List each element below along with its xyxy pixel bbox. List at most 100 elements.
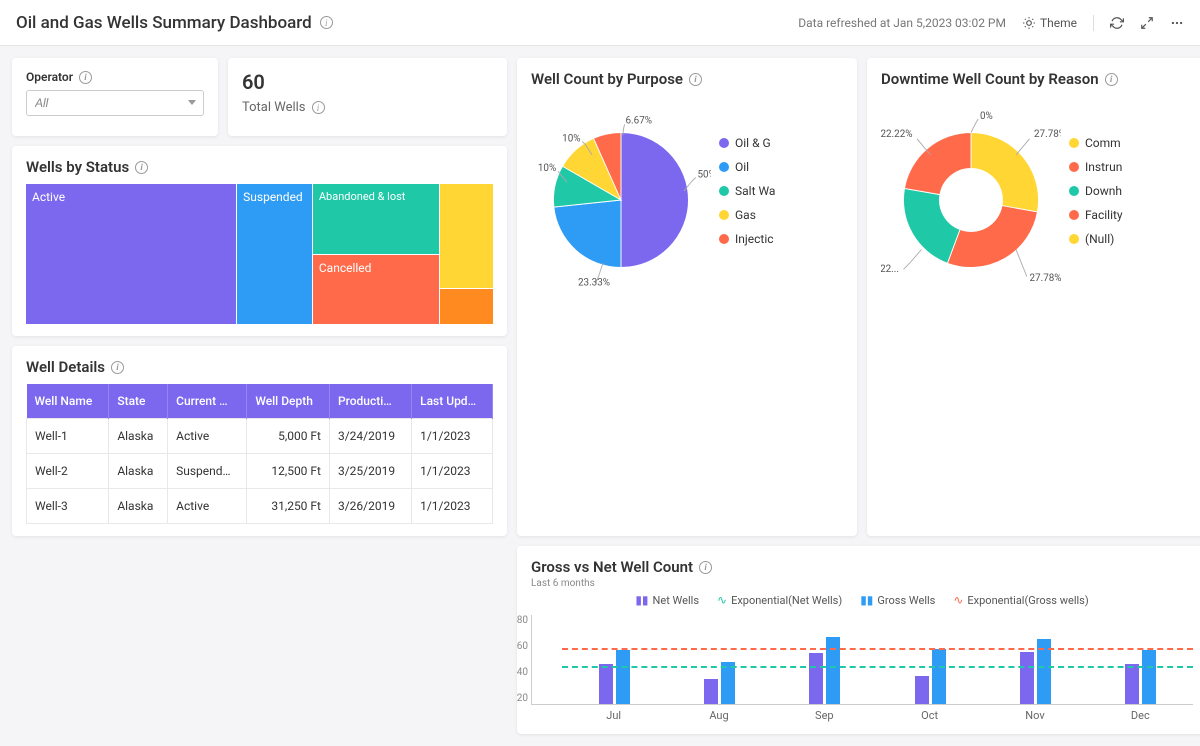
treemap-tile-active[interactable]: Active [26,184,236,324]
refresh-button[interactable] [1110,16,1124,30]
pie-legend: Oil & G Oil Salt Wa Gas Injectic [719,92,843,290]
table-header[interactable]: Producti… [329,384,411,419]
bar-gross[interactable] [1037,639,1051,704]
table-cell: 3/25/2019 [329,454,411,489]
treemap-col: Suspended [237,184,312,324]
downtime-donut-chart[interactable]: 0%27.78%27.78%22...22.22% [881,92,1061,290]
kpi-value: 60 [242,70,493,94]
pie-label: 27.78% [1030,273,1062,284]
treemap-tile-suspended[interactable]: Suspended [237,184,312,324]
info-icon[interactable] [1105,73,1118,86]
legend-item[interactable]: Downh [1069,184,1193,198]
treemap-tile[interactable] [440,289,493,324]
bar-group[interactable] [878,649,983,704]
pie-slice[interactable] [904,133,971,195]
treemap-chart[interactable]: Active Suspended Abandoned & lost Cancel… [26,184,493,324]
legend-item[interactable]: Salt Wa [719,184,843,198]
theme-label: Theme [1040,16,1077,30]
legend-label: Exponential(Gross wells) [967,594,1088,607]
bar-group[interactable] [667,662,772,704]
kpi-row: Operator 60 Total Wells [12,58,507,136]
theme-button[interactable]: Theme [1022,16,1077,30]
x-tick: Nov [982,709,1087,722]
pie-slice[interactable] [947,206,1037,268]
bar-group[interactable] [1088,650,1193,704]
bar-net[interactable] [1020,652,1034,704]
swatch-icon [719,186,729,196]
card-title: Wells by Status [26,158,493,176]
table-header[interactable]: Current … [168,384,247,419]
x-tick: Oct [877,709,982,722]
x-tick: Dec [1088,709,1193,722]
operator-filter-card: Operator [12,58,218,136]
legend-item[interactable]: Comm [1069,136,1193,150]
table-row[interactable]: Well-3AlaskaActive31,250 Ft3/26/20191/1/… [27,489,493,524]
legend-item[interactable]: Facility [1069,208,1193,222]
legend-item[interactable]: Oil [719,160,843,174]
bar-gross[interactable] [721,662,735,704]
sun-icon [1022,16,1036,30]
pie-slice[interactable] [904,188,960,263]
bar-gross[interactable] [616,650,630,704]
operator-label: Operator [26,70,204,84]
info-icon[interactable] [699,561,712,574]
bar-net[interactable] [1125,664,1139,705]
bar-gross[interactable] [826,637,840,705]
title-text: Well Count by Purpose [531,70,683,88]
legend-item[interactable]: Injectic [719,232,843,246]
card-title: Well Details [26,358,493,376]
swatch-icon [1069,210,1079,220]
info-icon[interactable] [135,161,148,174]
bar-group[interactable] [983,639,1088,704]
swatch-icon [1069,234,1079,244]
bar-net[interactable] [704,679,718,704]
info-icon[interactable] [79,71,92,84]
info-icon[interactable] [689,73,702,86]
bar-gross[interactable] [1142,650,1156,704]
pie-slice[interactable] [621,133,689,268]
info-icon[interactable] [312,101,325,114]
bar-net[interactable] [809,653,823,704]
table-header[interactable]: Well Depth [247,384,330,419]
more-button[interactable] [1170,16,1184,30]
bar-gross[interactable] [932,649,946,704]
wave-icon: ∿ [717,593,727,607]
table-header[interactable]: Last Upd… [412,384,493,419]
legend-item[interactable]: Oil & G [719,136,843,150]
bar-net[interactable] [915,676,929,704]
info-icon[interactable] [320,16,333,29]
bar-net[interactable] [599,664,613,705]
title-text: Downtime Well Count by Reason [881,70,1099,88]
well-details-card: Well Details Well NameStateCurrent …Well… [12,346,507,536]
y-tick: 80 [506,615,528,626]
legend-item[interactable]: Gas [719,208,843,222]
fullscreen-button[interactable] [1140,16,1154,30]
table-header[interactable]: State [109,384,168,419]
table-row[interactable]: Well-1AlaskaActive5,000 Ft3/24/20191/1/2… [27,419,493,454]
bar-group[interactable] [562,650,667,704]
bar-chart[interactable]: 80604020 [531,615,1193,705]
kpi-label: Total Wells [242,100,493,115]
pie-slice[interactable] [971,133,1039,212]
treemap-tile-abandoned[interactable]: Abandoned & lost [313,184,439,254]
card-title: Downtime Well Count by Reason [881,70,1193,88]
swatch-icon [1069,162,1079,172]
table-header[interactable]: Well Name [27,384,109,419]
legend-label: Comm [1085,136,1121,150]
legend-item[interactable]: (Null) [1069,232,1193,246]
legend-item[interactable]: Instrun [1069,160,1193,174]
legend-label: Gas [735,208,756,222]
info-icon[interactable] [111,361,124,374]
y-tick: 40 [506,667,528,678]
swatch-icon [1069,186,1079,196]
pie-label: 6.67% [626,116,653,127]
table-row[interactable]: Well-2AlaskaSuspend…12,500 Ft3/25/20191/… [27,454,493,489]
bar-group[interactable] [772,637,877,705]
treemap-tile[interactable] [440,184,493,288]
operator-select[interactable] [26,90,204,116]
donut-legend: Comm Instrun Downh Facility (Null) [1069,92,1193,290]
pie-slice[interactable] [554,200,621,268]
purpose-pie-chart[interactable]: 50%23.33%10%10%6.67% [531,92,711,290]
treemap-tile-cancelled[interactable]: Cancelled [313,255,439,325]
well-details-table[interactable]: Well NameStateCurrent …Well DepthProduct… [26,384,493,524]
